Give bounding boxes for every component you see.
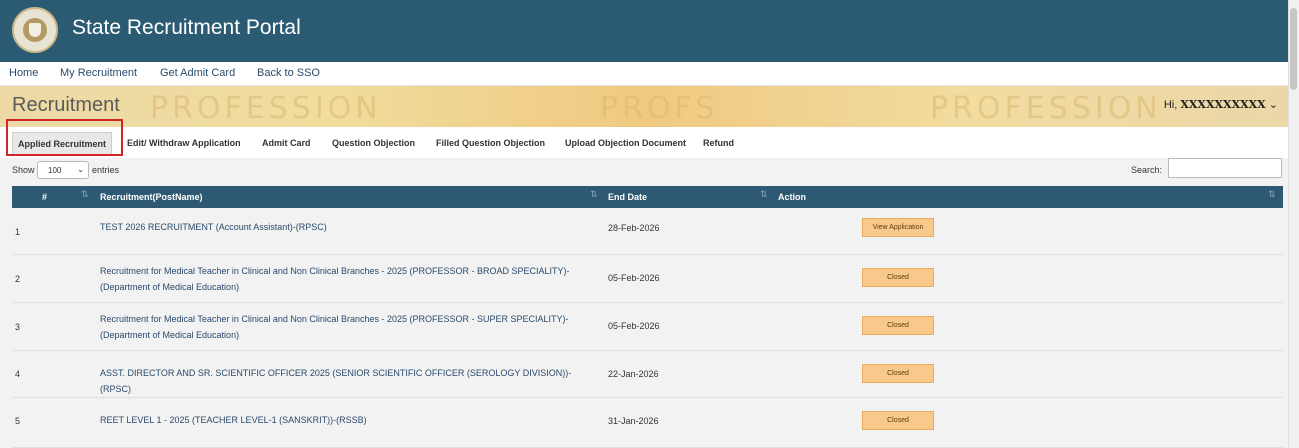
- state-emblem-icon[interactable]: [12, 7, 58, 53]
- top-menu: Home My Recruitment Get Admit Card Back …: [0, 62, 1288, 86]
- page-title: Recruitment: [12, 94, 120, 116]
- show-label: Show: [12, 165, 35, 175]
- row-number: 2: [15, 274, 21, 284]
- table-row: 3 Recruitment for Medical Teacher in Cli…: [12, 303, 1283, 351]
- tab-edit-withdraw-application[interactable]: Edit/ Withdraw Application: [127, 132, 241, 156]
- tab-upload-objection-document[interactable]: Upload Objection Document: [565, 132, 686, 156]
- row-post-name: REET LEVEL 1 - 2025 (TEACHER LEVEL-1 (SA…: [100, 415, 367, 425]
- app-header: State Recruitment Portal: [0, 0, 1299, 62]
- table-controls: Show 100 ⌄ entries Search:: [0, 158, 1288, 186]
- banner-watermark: PROFESSION: [150, 91, 382, 126]
- table-row: 4 ASST. DIRECTOR AND SR. SCIENTIFIC OFFI…: [12, 351, 1283, 398]
- closed-button[interactable]: Closed: [862, 411, 934, 430]
- table-row: 1 TEST 2026 RECRUITMENT (Account Assista…: [12, 208, 1283, 255]
- row-end-date: 05-Feb-2026: [608, 273, 660, 283]
- sort-icon[interactable]: ⇅: [1268, 189, 1276, 200]
- header-action: Action: [778, 192, 806, 202]
- row-number: 4: [15, 369, 21, 379]
- header-num[interactable]: #: [42, 192, 47, 202]
- banner-watermark: PROFESSION: [930, 91, 1162, 126]
- row-post-name: Recruitment for Medical Teacher in Clini…: [100, 314, 569, 340]
- page-scrollbar[interactable]: [1288, 0, 1299, 448]
- page-size-select[interactable]: 100 ⌄: [37, 161, 89, 179]
- row-end-date: 22-Jan-2026: [608, 369, 659, 379]
- row-post-name: Recruitment for Medical Teacher in Clini…: [100, 266, 570, 292]
- user-menu[interactable]: Hi, XXXXXXXXXX ⌄: [1164, 98, 1278, 111]
- app-title: State Recruitment Portal: [72, 16, 301, 39]
- search-label: Search:: [1131, 165, 1163, 175]
- tab-refund[interactable]: Refund: [703, 132, 734, 156]
- table-header: # ⇅ Recruitment(PostName) ⇅ End Date ⇅ A…: [12, 186, 1283, 208]
- row-end-date: 31-Jan-2026: [608, 416, 659, 426]
- table-row: 5 REET LEVEL 1 - 2025 (TEACHER LEVEL-1 (…: [12, 398, 1283, 448]
- search-input[interactable]: [1168, 158, 1282, 178]
- chevron-down-icon[interactable]: ⌄: [1269, 99, 1278, 111]
- menu-my-recruitment[interactable]: My Recruitment: [60, 67, 137, 79]
- page-banner: PROFESSION PROFS PROFESSION Recruitment …: [0, 86, 1288, 127]
- row-end-date: 05-Feb-2026: [608, 321, 660, 331]
- sort-icon[interactable]: ⇅: [590, 189, 598, 200]
- row-number: 5: [15, 416, 21, 426]
- row-end-date: 28-Feb-2026: [608, 223, 660, 233]
- sort-icon[interactable]: ⇅: [760, 189, 768, 200]
- closed-button[interactable]: Closed: [862, 316, 934, 335]
- closed-button[interactable]: Closed: [862, 268, 934, 287]
- tab-admit-card[interactable]: Admit Card: [262, 132, 311, 156]
- view-application-button[interactable]: View Application: [862, 218, 934, 237]
- tab-filled-question-objection[interactable]: Filled Question Objection: [436, 132, 545, 156]
- page-size-value: 100: [48, 166, 62, 175]
- greeting-label: Hi,: [1163, 99, 1178, 111]
- header-end-date[interactable]: End Date: [608, 192, 647, 202]
- sort-icon[interactable]: ⇅: [81, 189, 89, 200]
- menu-home[interactable]: Home: [9, 67, 38, 79]
- active-tab-highlight: [6, 119, 123, 156]
- menu-get-admit-card[interactable]: Get Admit Card: [160, 67, 235, 79]
- scrollbar-thumb[interactable]: [1290, 8, 1297, 90]
- tab-question-objection[interactable]: Question Objection: [332, 132, 415, 156]
- menu-back-to-sso[interactable]: Back to SSO: [257, 67, 320, 79]
- header-post[interactable]: Recruitment(PostName): [100, 192, 203, 202]
- chevron-down-icon: ⌄: [77, 165, 84, 174]
- banner-watermark: PROFS: [600, 91, 719, 126]
- row-number: 3: [15, 322, 21, 332]
- row-post-name: ASST. DIRECTOR AND SR. SCIENTIFIC OFFICE…: [100, 368, 572, 394]
- closed-button[interactable]: Closed: [862, 364, 934, 383]
- tab-bar: Applied Recruitment Edit/ Withdraw Appli…: [0, 127, 1288, 158]
- row-number: 1: [15, 227, 21, 237]
- username-label: XXXXXXXXXX: [1180, 98, 1266, 111]
- table-row: 2 Recruitment for Medical Teacher in Cli…: [12, 255, 1283, 303]
- row-post-name: TEST 2026 RECRUITMENT (Account Assistant…: [100, 222, 327, 232]
- entries-label: entries: [92, 165, 120, 175]
